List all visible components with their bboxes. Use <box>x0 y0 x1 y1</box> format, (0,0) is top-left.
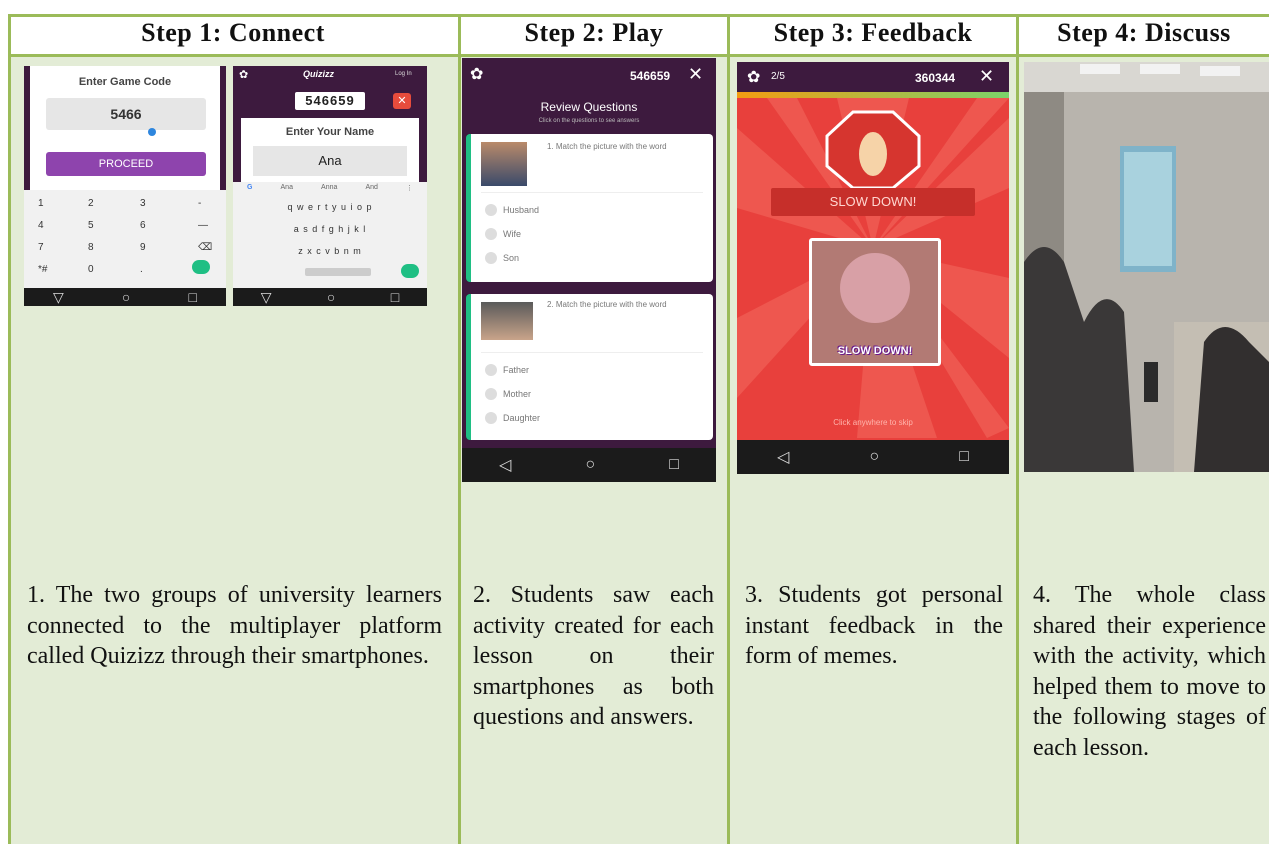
column-divider <box>1016 14 1019 844</box>
back-icon[interactable]: ▽ <box>261 289 272 306</box>
step-2-title: Step 2: Play <box>524 18 664 47</box>
step-1-description: 1. The two groups of university learners… <box>27 582 442 669</box>
step-3-description: 3. Students got personal instant feedbac… <box>745 582 1003 669</box>
home-icon[interactable]: ○ <box>122 289 130 305</box>
game-code-input[interactable]: 5466 <box>46 98 206 130</box>
slow-down-banner: SLOW DOWN! <box>771 188 975 216</box>
stop-hand-icon <box>825 110 921 190</box>
question-2-photo <box>481 302 533 340</box>
game-code-display: 546659 <box>630 69 671 83</box>
question-2-text: 2. Match the picture with the word <box>547 300 667 309</box>
back-icon[interactable]: ◁ <box>499 455 511 475</box>
question-card-1[interactable]: 1. Match the picture with the word Husba… <box>466 134 713 282</box>
game-code-display: 360344 <box>915 71 956 85</box>
recents-icon[interactable]: □ <box>188 289 196 305</box>
suggestion-3[interactable]: And <box>365 184 377 192</box>
step-2-description: 2. Students saw each activity created fo… <box>473 582 714 730</box>
recents-icon[interactable]: □ <box>391 289 399 305</box>
keyboard-row-1[interactable]: q w e r t y u i o p <box>237 202 423 212</box>
google-icon: G <box>247 184 253 191</box>
option-son[interactable]: Son <box>485 252 519 264</box>
option-father[interactable]: Father <box>485 364 529 376</box>
android-nav-bar: ▽ ○ □ <box>24 288 226 306</box>
option-husband[interactable]: Husband <box>485 204 539 216</box>
keyboard-row-3[interactable]: z x c v b n m <box>237 246 423 256</box>
proceed-button[interactable]: PROCEED <box>46 152 206 176</box>
android-nav-bar: ◁ ○ □ <box>737 440 1009 474</box>
option-mother[interactable]: Mother <box>485 388 531 400</box>
header-step-2: Step 2: Play <box>461 14 727 57</box>
step-4-title: Step 4: Discuss <box>1057 18 1231 47</box>
close-icon[interactable]: ✕ <box>979 66 994 87</box>
suggestion-bar: G Ana Anna And ⋮ <box>247 184 413 192</box>
gear-icon[interactable]: ✿ <box>239 68 248 81</box>
phone-screenshot-meme-feedback: ✿ 2/5 360344 ✕ SLOW DOWN! SLOW DOWN! Cli… <box>737 62 1009 474</box>
column-divider <box>727 14 730 844</box>
gear-icon[interactable]: ✿ <box>747 67 760 87</box>
android-nav-bar: ▽ ○ □ <box>233 288 427 306</box>
column-divider <box>8 14 11 844</box>
step-1-title: Step 1: Connect <box>141 18 325 47</box>
column-divider <box>458 14 461 844</box>
phone-screenshot-enter-name: ✿ Quizizz Log In 546659 ✕ Enter Your Nam… <box>233 66 427 306</box>
enter-key[interactable] <box>192 260 210 274</box>
phone-screenshot-game-code: Enter Game Code 5466 PROCEED 123- 4 5 6— 7… <box>24 66 226 306</box>
step-4-description: 4. The whole class shared their experien… <box>1033 582 1266 761</box>
review-subtitle: Click on the questions to see answers <box>538 118 640 124</box>
question-card-2[interactable]: 2. Match the picture with the word Fathe… <box>466 294 713 440</box>
meme-caption: SLOW DOWN! <box>837 345 913 357</box>
enter-name-label: Enter Your Name <box>285 126 375 138</box>
suggestion-2[interactable]: Anna <box>321 184 337 192</box>
gear-icon[interactable]: ✿ <box>470 64 483 84</box>
classroom-photo <box>1024 62 1269 472</box>
header-step-4: Step 4: Discuss <box>1019 14 1269 57</box>
skip-hint[interactable]: Click anywhere to skip <box>737 418 1009 427</box>
space-key[interactable] <box>305 268 371 276</box>
meme-image: SLOW DOWN! <box>809 238 941 366</box>
option-wife[interactable]: Wife <box>485 228 521 240</box>
back-icon[interactable]: ◁ <box>777 447 789 467</box>
suggestion-1[interactable]: Ana <box>281 184 293 192</box>
back-icon[interactable]: ▽ <box>53 289 64 306</box>
header-step-1: Step 1: Connect <box>8 14 458 57</box>
question-1-photo <box>481 142 527 186</box>
review-title: Review Questions <box>540 100 638 114</box>
table-top-border <box>8 14 1269 17</box>
login-link[interactable]: Log In <box>395 71 412 77</box>
qwerty-keyboard: G Ana Anna And ⋮ q w e r t y u i o p a s… <box>233 182 427 288</box>
recents-icon[interactable]: □ <box>959 448 969 466</box>
header-step-3: Step 3: Feedback <box>730 14 1016 57</box>
keyboard-row-2[interactable]: a s d f g h j k l <box>237 224 423 234</box>
home-icon[interactable]: ○ <box>327 289 335 305</box>
question-1-text: 1. Match the picture with the word <box>547 142 667 151</box>
option-daughter[interactable]: Daughter <box>485 412 540 424</box>
question-progress: 2/5 <box>771 71 785 82</box>
name-input[interactable]: Ana <box>253 146 407 176</box>
close-icon[interactable]: ✕ <box>688 64 703 85</box>
android-nav-bar: ◁ ○ □ <box>462 448 716 482</box>
game-code-display: 546659 <box>295 92 365 110</box>
text-cursor-handle <box>148 128 156 136</box>
enter-key[interactable] <box>401 264 419 278</box>
home-icon[interactable]: ○ <box>585 456 595 474</box>
phone-screenshot-review-questions: ✿ 546659 ✕ Review Questions Click on the… <box>462 58 716 482</box>
game-code-label: Enter Game Code <box>78 76 172 88</box>
numeric-keypad: 123- 4 5 6— 7 8 9 ⌫ *# 0. <box>24 190 226 288</box>
step-3-title: Step 3: Feedback <box>773 18 973 47</box>
recents-icon[interactable]: □ <box>669 456 679 474</box>
home-icon[interactable]: ○ <box>869 448 879 466</box>
quizizz-logo: Quizizz <box>303 69 334 79</box>
close-icon[interactable]: ✕ <box>393 93 411 109</box>
